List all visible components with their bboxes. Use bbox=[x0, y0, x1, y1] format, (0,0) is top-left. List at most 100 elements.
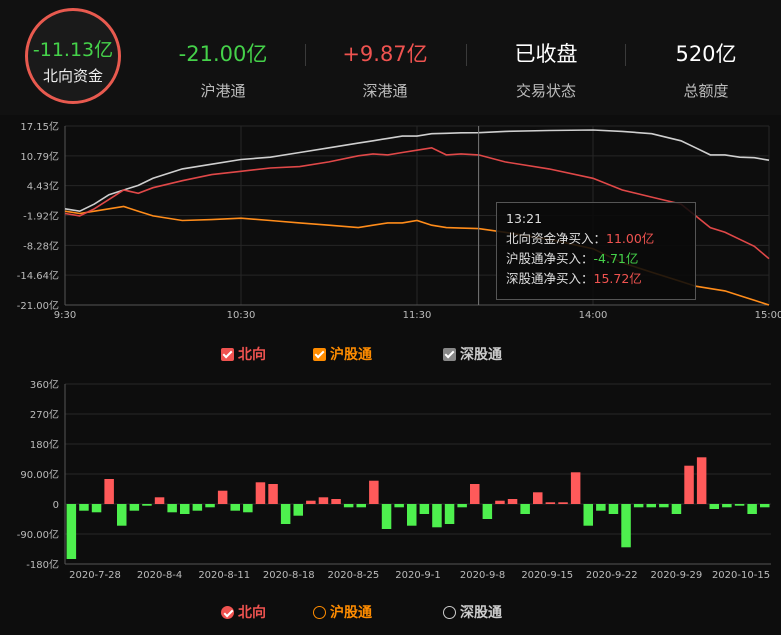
stat-value: +9.87亿 bbox=[342, 42, 428, 66]
legend-shanghai-toggle[interactable]: 沪股通 bbox=[313, 344, 372, 364]
x-tick-label: 2020-9-15 bbox=[521, 570, 573, 581]
y-tick-label: -180亿 bbox=[26, 558, 59, 571]
bar bbox=[696, 457, 707, 504]
bar bbox=[646, 504, 656, 508]
x-tick-label: 2020-8-25 bbox=[328, 570, 380, 581]
bar bbox=[457, 504, 467, 508]
y-tick-label: 10.79亿 bbox=[20, 150, 59, 163]
x-tick-label: 14:00 bbox=[579, 310, 608, 321]
x-tick-label: 2020-8-18 bbox=[263, 570, 315, 581]
legend-northbound-toggle[interactable]: 北向 bbox=[221, 344, 266, 364]
legend-northbound-radio[interactable]: 北向 bbox=[221, 602, 266, 622]
stat-value: 已收盘 bbox=[514, 42, 578, 66]
northbound-summary-circle: -11.13亿 北向资金 bbox=[25, 8, 121, 104]
x-tick-label: 9:30 bbox=[54, 310, 76, 321]
radio-icon bbox=[313, 605, 326, 619]
bar bbox=[709, 504, 719, 509]
y-tick-label: 4.43亿 bbox=[27, 180, 59, 193]
divider bbox=[305, 44, 306, 66]
stat-label: 深港通 bbox=[362, 82, 408, 100]
stat-shenzhen-connect: +9.87亿 深港通 bbox=[320, 38, 450, 101]
daily-panel: 360亿 270亿 180亿 90.00亿 0 -90.00亿 -180亿 2020-7-28… bbox=[0, 374, 781, 631]
stat-value: 520亿 bbox=[675, 42, 737, 66]
bar bbox=[608, 504, 619, 514]
bar bbox=[217, 490, 228, 504]
tooltip-row-shanghai: 沪股通净买入：-4.71亿 bbox=[506, 251, 639, 266]
legend-shenzhen-toggle[interactable]: 深股通 bbox=[443, 344, 502, 364]
bar bbox=[180, 504, 190, 514]
radio-icon bbox=[443, 605, 456, 619]
bar bbox=[306, 500, 316, 504]
y-tick-label: -1.92亿 bbox=[23, 210, 59, 223]
stat-label: 沪港通 bbox=[200, 82, 246, 100]
bar bbox=[470, 484, 480, 504]
bar bbox=[432, 504, 442, 528]
divider bbox=[466, 44, 467, 66]
x-tick-label: 2020-9-22 bbox=[586, 570, 638, 581]
bar bbox=[722, 504, 732, 508]
y-tick-label: -90.00亿 bbox=[17, 528, 59, 541]
bar bbox=[356, 504, 366, 508]
x-tick-label: 15:00 bbox=[755, 310, 781, 321]
bar bbox=[520, 504, 530, 514]
x-tick-label: 2020-8-11 bbox=[198, 570, 250, 581]
bar bbox=[79, 504, 89, 511]
bar bbox=[659, 504, 669, 508]
x-tick-label: 10:30 bbox=[227, 310, 256, 321]
y-tick-label: -8.28亿 bbox=[23, 239, 59, 252]
bar bbox=[117, 504, 127, 526]
bar bbox=[142, 504, 152, 506]
legend-shanghai-radio[interactable]: 沪股通 bbox=[313, 602, 372, 622]
bar bbox=[734, 504, 745, 506]
y-tick-label: 0 bbox=[53, 500, 59, 511]
bar bbox=[583, 504, 593, 526]
checkbox-icon bbox=[221, 347, 234, 361]
x-tick-label: 2020-9-8 bbox=[460, 570, 505, 581]
bar bbox=[167, 504, 177, 513]
bar bbox=[91, 504, 102, 513]
x-tick-label: 2020-8-4 bbox=[137, 570, 182, 581]
stat-total-quota: 520亿 总额度 bbox=[641, 38, 771, 101]
x-tick-label: 2020-10-15 bbox=[712, 570, 770, 581]
bar bbox=[66, 504, 77, 559]
tooltip-row-northbound: 北向资金净买入：11.00亿 bbox=[506, 231, 655, 246]
checkbox-icon bbox=[443, 347, 456, 361]
legend-shenzhen-radio[interactable]: 深股通 bbox=[443, 602, 502, 622]
bar bbox=[507, 499, 518, 504]
bar bbox=[343, 504, 354, 508]
bar bbox=[381, 504, 392, 529]
bar bbox=[570, 472, 581, 504]
bar bbox=[154, 497, 165, 504]
divider bbox=[625, 44, 626, 66]
bar bbox=[684, 465, 694, 504]
bar bbox=[268, 484, 278, 504]
bar bbox=[104, 479, 114, 504]
bar bbox=[747, 504, 757, 514]
bar bbox=[495, 500, 505, 504]
bar bbox=[444, 504, 455, 524]
bar bbox=[633, 504, 644, 508]
radio-icon bbox=[221, 605, 234, 619]
bar bbox=[331, 499, 341, 504]
stat-shanghai-connect: -21.00亿 沪港通 bbox=[158, 38, 288, 101]
bar bbox=[192, 504, 203, 511]
northbound-label: 北向资金 bbox=[42, 67, 103, 85]
bar bbox=[369, 480, 379, 504]
bar bbox=[482, 504, 493, 519]
y-tick-label: -14.64亿 bbox=[17, 269, 59, 282]
bar bbox=[621, 504, 631, 548]
y-tick-label: 270亿 bbox=[30, 408, 59, 421]
stat-trading-status: 已收盘 交易状态 bbox=[481, 38, 611, 101]
bar bbox=[394, 504, 404, 508]
bar bbox=[318, 497, 329, 504]
bar bbox=[671, 504, 682, 514]
bar bbox=[596, 504, 606, 511]
crosshair-tooltip: 13:21 北向资金净买入：11.00亿 沪股通净买入：-4.71亿 深股通净买… bbox=[496, 202, 696, 300]
tooltip-row-shenzhen: 深股通净买入：15.72亿 bbox=[506, 271, 642, 286]
y-tick-label: 180亿 bbox=[30, 438, 59, 451]
bar bbox=[293, 504, 303, 516]
northbound-value: -11.13亿 bbox=[32, 39, 114, 61]
y-tick-label: 90.00亿 bbox=[20, 468, 59, 481]
bar bbox=[243, 504, 253, 513]
bar bbox=[558, 502, 568, 504]
